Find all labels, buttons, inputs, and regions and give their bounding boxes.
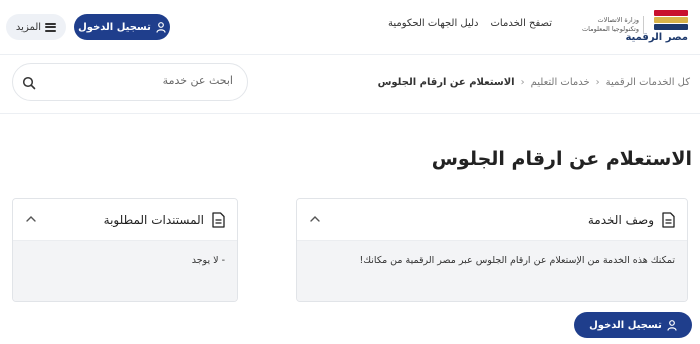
required-documents-card: المستندات المطلوبة - لا يوجد — [12, 198, 238, 302]
page-title: الاستعلام عن ارقام الجلوس — [431, 148, 692, 170]
user-icon — [667, 319, 677, 331]
ministry-label: وزارة الاتصالات وتكنولوجيا المعلومات — [582, 16, 644, 34]
chevron-up-icon[interactable] — [309, 213, 321, 225]
service-description-title: وصف الخدمة — [587, 212, 654, 227]
more-label: المزيد — [15, 21, 42, 33]
service-description-header[interactable]: وصف الخدمة — [297, 199, 687, 241]
login-button[interactable]: تسجيل الدخول — [74, 14, 170, 40]
search-box — [12, 63, 248, 101]
login-label: تسجيل الدخول — [78, 21, 151, 33]
service-description-body: تمكنك هذه الخدمة من الإستعلام عن ارقام ا… — [297, 241, 687, 301]
breadcrumb-education-services[interactable]: خدمات التعليم — [531, 77, 590, 88]
more-menu-button[interactable]: المزيد — [6, 14, 66, 40]
nav-browse-services[interactable]: تصفح الخدمات — [491, 18, 553, 29]
document-icon — [662, 211, 675, 228]
breadcrumb-current: الاستعلام عن ارقام الجلوس — [377, 77, 515, 88]
top-header: مصر الرقمية وزارة الاتصالات وتكنولوجيا ا… — [0, 0, 700, 54]
chevron-up-icon[interactable] — [25, 213, 37, 225]
breadcrumb-bar: كل الخدمات الرقمية ‹ خدمات التعليم ‹ الا… — [0, 54, 700, 114]
service-description-card: وصف الخدمة تمكنك هذه الخدمة من الإستعلام… — [296, 198, 688, 302]
login-button-bottom[interactable]: تسجيل الدخول — [574, 312, 692, 338]
search-icon[interactable] — [22, 76, 36, 90]
required-documents-title: المستندات المطلوبة — [103, 212, 204, 227]
chevron-left-icon: ‹ — [520, 77, 525, 88]
menu-icon — [45, 22, 57, 32]
search-input[interactable] — [53, 74, 233, 87]
breadcrumb-all-services[interactable]: كل الخدمات الرقمية — [606, 77, 690, 88]
main-nav: تصفح الخدمات دليل الجهات الحكومية — [388, 18, 552, 29]
user-icon — [156, 21, 166, 33]
digital-egypt-logo[interactable]: مصر الرقمية وزارة الاتصالات وتكنولوجيا ا… — [578, 10, 688, 46]
nav-government-directory[interactable]: دليل الجهات الحكومية — [388, 18, 479, 29]
chevron-left-icon: ‹ — [595, 77, 600, 88]
document-icon — [212, 211, 225, 228]
required-documents-header[interactable]: المستندات المطلوبة — [13, 199, 237, 241]
logo-mark — [654, 10, 688, 30]
required-documents-body: - لا يوجد — [13, 241, 237, 301]
login-label: تسجيل الدخول — [589, 319, 662, 331]
breadcrumb: كل الخدمات الرقمية ‹ خدمات التعليم ‹ الا… — [378, 77, 690, 88]
